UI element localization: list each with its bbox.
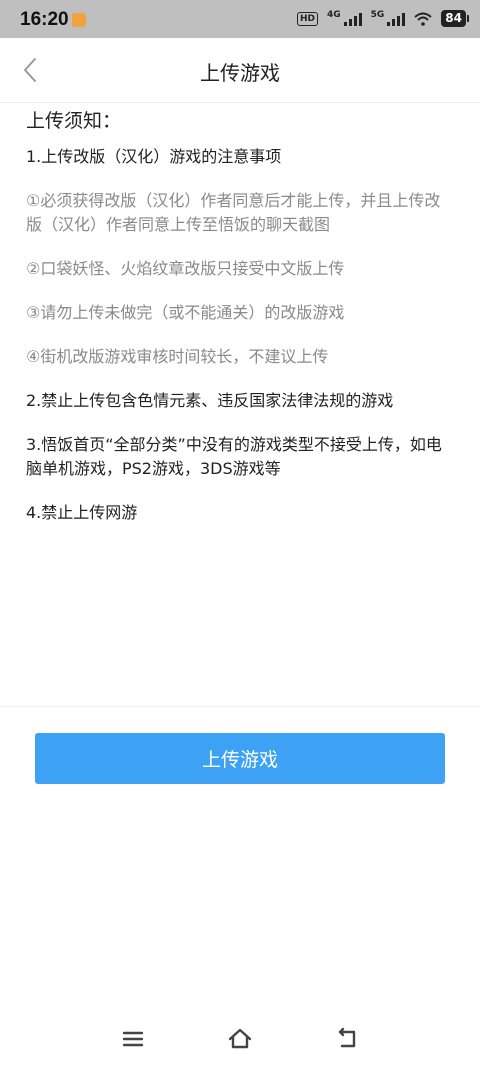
rule-1b: ②口袋妖怪、火焰纹章改版只接受中文版上传 <box>26 259 345 278</box>
status-bar: 16:20 HD 4G 5G 84 <box>0 0 480 38</box>
home-icon <box>228 1028 252 1049</box>
status-time: 16:20 <box>20 9 69 30</box>
rule-2: 2.禁止上传包含色情元素、违反国家法律法规的游戏 <box>26 391 394 410</box>
battery-icon: 84 <box>441 10 469 27</box>
divider <box>0 706 480 707</box>
network-type-1: 4G <box>326 10 341 20</box>
home-button[interactable] <box>227 1026 253 1052</box>
network-type-2: 5G <box>370 10 385 20</box>
rule-1a: ①必须获得改版（汉化）作者同意后才能上传，并且上传改版（汉化）作者同意上传至悟饭… <box>26 191 441 234</box>
menu-button[interactable] <box>120 1026 146 1052</box>
hd-voice-icon: HD <box>296 11 318 26</box>
return-icon <box>338 1027 356 1048</box>
wifi-icon <box>414 12 432 26</box>
rule-1: 1.上传改版（汉化）游戏的注意事项 <box>26 147 282 166</box>
signal-2-icon <box>387 12 406 26</box>
notice-title: 上传须知： <box>26 110 122 132</box>
app-notification-icon <box>72 13 86 27</box>
upload-notice: 上传须知： 1.上传改版（汉化）游戏的注意事项 ①必须获得改版（汉化）作者同意后… <box>26 108 456 525</box>
app-header: 上传游戏 <box>0 38 480 103</box>
signal-1-icon <box>343 12 362 26</box>
rule-1d: ④街机改版游戏审核时间较长，不建议上传 <box>26 347 329 366</box>
rule-4: 4.禁止上传网游 <box>26 503 138 522</box>
rule-3: 3.悟饭首页“全部分类”中没有的游戏类型不接受上传，如电脑单机游戏，PS2游戏，… <box>26 435 442 478</box>
page-title: 上传游戏 <box>200 61 280 85</box>
system-nav-bar <box>0 1010 480 1067</box>
status-indicators: HD 4G 5G 84 <box>296 10 469 27</box>
return-button[interactable] <box>334 1026 360 1052</box>
menu-icon <box>122 1031 144 1047</box>
rule-1c: ③请勿上传未做完（或不能通关）的改版游戏 <box>26 303 345 322</box>
upload-game-button[interactable]: 上传游戏 <box>35 733 445 784</box>
